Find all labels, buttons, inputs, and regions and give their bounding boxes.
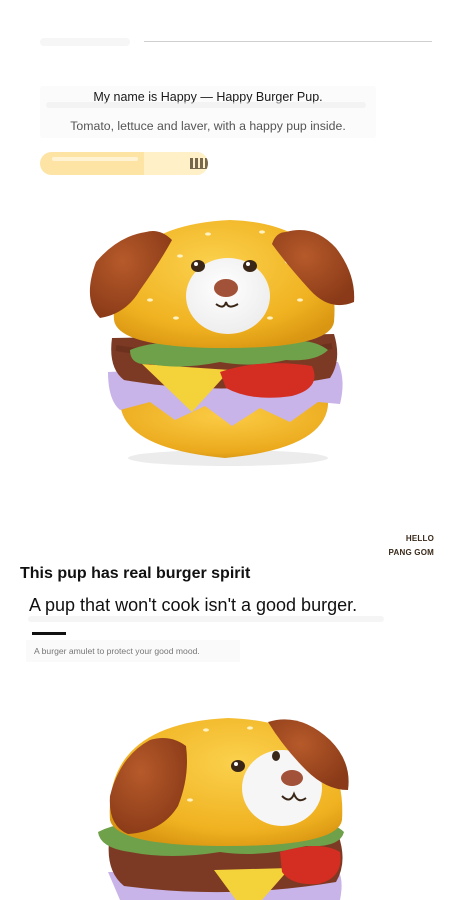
- left-eye-2: [231, 760, 245, 772]
- pup-nose-2: [281, 770, 303, 786]
- burger-pup-plush-side-image: [98, 718, 349, 900]
- right-eye-2: [272, 751, 280, 761]
- product-detail-page: { "intro": { "name_line": "My name is Ha…: [0, 0, 450, 900]
